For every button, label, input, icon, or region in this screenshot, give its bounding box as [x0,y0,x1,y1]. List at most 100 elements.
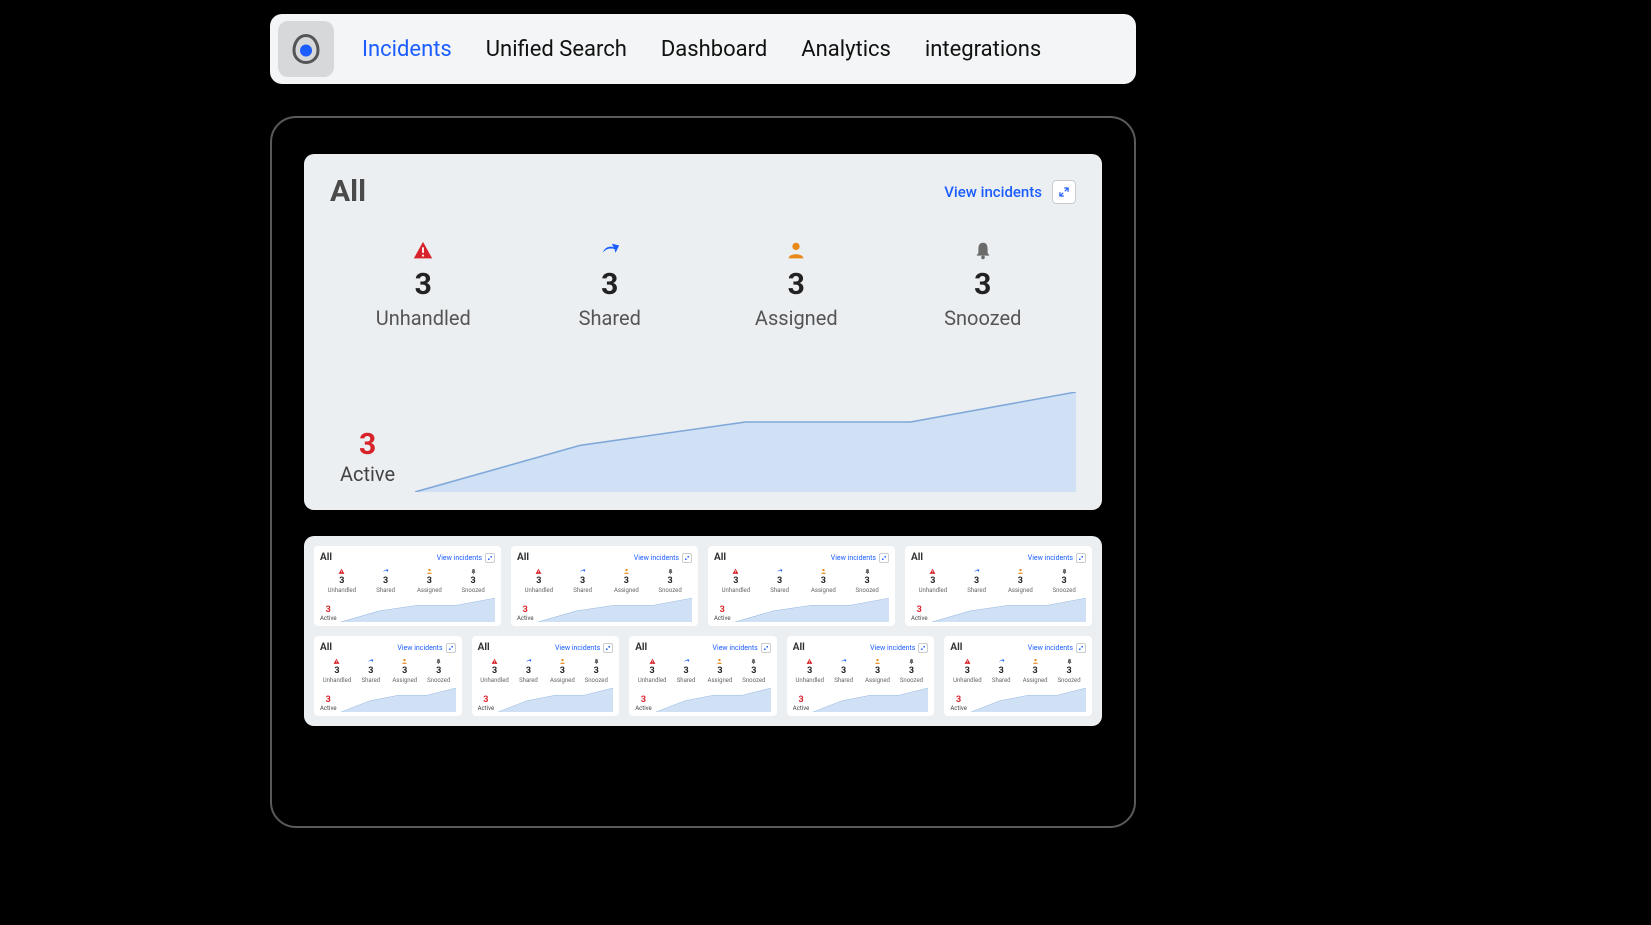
nav-item-analytics[interactable]: Analytics [801,37,891,62]
mini-view-link[interactable]: View incidents [1028,554,1073,562]
mini-stat-label: Shared [834,677,853,684]
mini-card[interactable]: AllView incidents3Unhandled3Shared3Assig… [314,636,462,716]
mini-stat-count: 3 [368,666,373,676]
mini-stat-label: Shared [992,677,1011,684]
stat-shared[interactable]: 3Shared [517,239,704,330]
active-row: 3 Active [340,392,1076,492]
mini-stat-label: Snoozed [585,677,608,684]
mini-card[interactable]: AllView incidents3Unhandled3Shared3Assig… [511,546,698,626]
app-logo[interactable] [278,21,334,77]
mini-card[interactable]: AllView incidents3Unhandled3Shared3Assig… [472,636,620,716]
mini-card[interactable]: AllView incidents3Unhandled3Shared3Assig… [629,636,777,716]
stat-snoozed[interactable]: 3Snoozed [890,239,1077,330]
mini-active-row: 3Active [911,598,1086,622]
stat-assigned[interactable]: 3Assigned [703,239,890,330]
mini-expand-button[interactable] [918,643,928,653]
view-incidents-link[interactable]: View incidents [944,183,1042,201]
mini-stat-snoozed: 3Snoozed [648,567,692,594]
nav-item-dashboard[interactable]: Dashboard [661,37,767,62]
mini-view-link[interactable]: View incidents [397,644,442,652]
person-icon [874,657,881,665]
mini-active-count: 3 [950,695,967,705]
mini-stat-label: Snoozed [1057,677,1080,684]
mini-expand-button[interactable] [446,643,456,653]
mini-stat-count: 3 [909,666,914,676]
expand-icon [881,555,887,561]
mini-expand-button[interactable] [1076,553,1086,563]
mini-header: All View incidents [911,552,1086,563]
mini-active-label: Active [911,615,928,622]
mini-card[interactable]: AllView incidents3Unhandled3Shared3Assig… [314,546,501,626]
share-icon [599,239,621,263]
mini-stat-shared: 3Shared [955,567,999,594]
mini-card[interactable]: AllView incidents3Unhandled3Shared3Assig… [708,546,895,626]
mini-title: All [911,552,923,563]
mini-stat-shared: 3Shared [561,567,605,594]
mini-stat-count: 3 [580,576,585,586]
bell-icon [1066,657,1073,665]
expand-button[interactable] [1052,180,1076,204]
mini-expand-button[interactable] [879,553,889,563]
mini-stat-label: Shared [362,677,381,684]
mini-stat-label: Assigned [1008,587,1033,594]
mini-stat-count: 3 [965,666,970,676]
stat-count: 3 [415,267,432,302]
mini-stat-label: Assigned [550,677,575,684]
mini-active-label: Active [478,705,495,712]
summary-card-title: All [330,174,366,209]
mini-stat-label: Snoozed [427,677,450,684]
mini-view-link[interactable]: View incidents [634,554,679,562]
mini-stat-label: Assigned [811,587,836,594]
mini-stat-count: 3 [526,666,531,676]
mini-expand-button[interactable] [1076,643,1086,653]
mini-stat-label: Assigned [708,677,733,684]
share-icon [776,567,783,575]
mini-stat-assigned: 3Assigned [545,657,579,684]
mini-header: AllView incidents [478,642,614,653]
mini-stat-unhandled: 3Unhandled [635,657,669,684]
mini-expand-button[interactable] [682,553,692,563]
mini-expand-button[interactable] [761,643,771,653]
mini-view-link[interactable]: View incidents [831,554,876,562]
mini-view-group: View incidents [1028,643,1086,653]
mini-card[interactable]: AllView incidents3Unhandled3Shared3Assig… [944,636,1092,716]
mini-view-group: View incidents [634,553,692,563]
mini-expand-button[interactable] [603,643,613,653]
mini-title: All [714,552,726,563]
mini-card[interactable]: AllView incidents3Unhandled3Shared3Assig… [787,636,935,716]
mini-active-row: 3Active [320,598,495,622]
bell-icon [864,567,871,575]
mini-stat-label: Snoozed [856,587,879,594]
mini-stat-label: Unhandled [525,587,554,594]
mini-view-link[interactable]: View incidents [1028,644,1073,652]
nav-item-incidents[interactable]: Incidents [362,37,452,62]
mini-stat-snoozed: 3Snoozed [451,567,495,594]
stat-count: 3 [974,267,991,302]
mini-view-group: View incidents [1028,553,1086,563]
mini-stat-snoozed: 3Snoozed [1042,567,1086,594]
mini-header: AllView incidents [320,642,456,653]
mini-stat-count: 3 [1033,666,1038,676]
active-label: Active [340,462,395,486]
mini-view-group: View incidents [713,643,771,653]
bell-icon [750,657,757,665]
mini-stat-count: 3 [865,576,870,586]
mini-view-link[interactable]: View incidents [870,644,915,652]
mini-sparkline [735,598,889,622]
mini-view-link[interactable]: View incidents [437,554,482,562]
nav-item-integrations[interactable]: integrations [925,37,1041,62]
mini-active-row: 3Active [793,688,929,712]
nav-item-unified-search[interactable]: Unified Search [486,37,627,62]
mini-stat-label: Shared [376,587,395,594]
stat-unhandled[interactable]: 3Unhandled [330,239,517,330]
share-icon [683,657,690,665]
mini-expand-button[interactable] [485,553,495,563]
mini-active-row: 3Active [517,598,692,622]
mini-stat-assigned: 3Assigned [605,567,649,594]
mini-view-link[interactable]: View incidents [713,644,758,652]
mini-stat-count: 3 [624,576,629,586]
person-icon [1017,567,1024,575]
mini-view-link[interactable]: View incidents [555,644,600,652]
mini-active-box: 3Active [950,695,967,712]
mini-card[interactable]: AllView incidents3Unhandled3Shared3Assig… [905,546,1092,626]
